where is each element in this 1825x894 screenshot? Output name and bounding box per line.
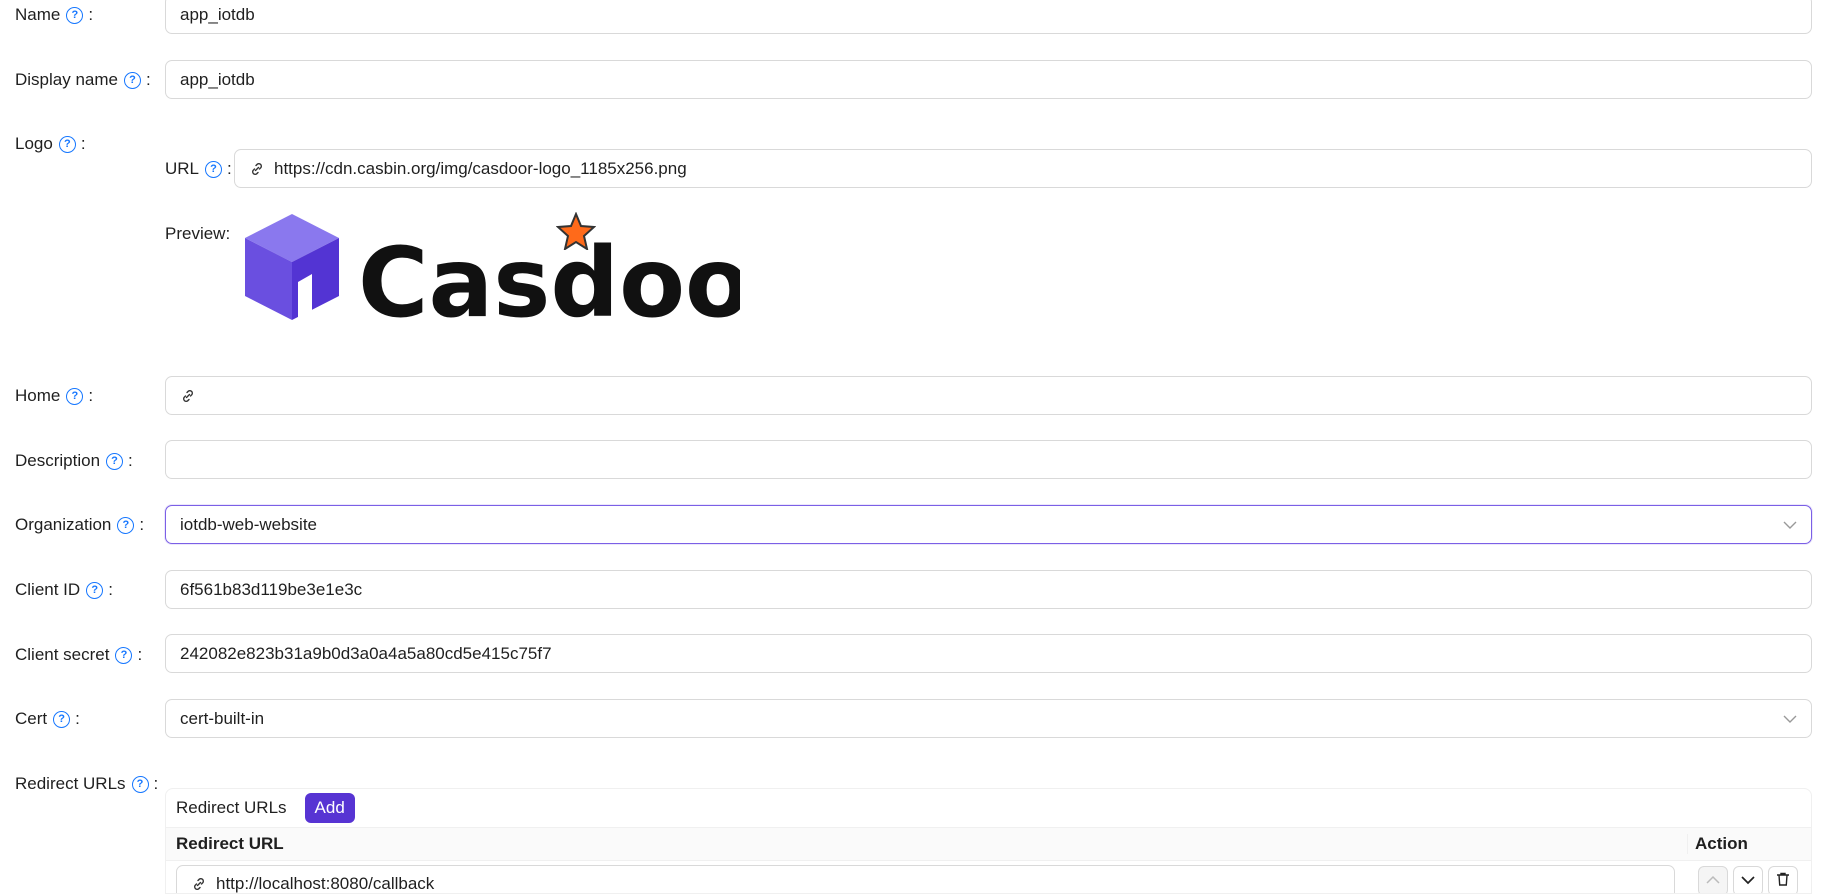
help-icon[interactable]: ? [205, 160, 223, 178]
column-header-action: Action [1695, 834, 1748, 853]
description-input[interactable] [165, 440, 1812, 479]
redirect-urls-table-title-text: Redirect URLs [176, 798, 287, 817]
help-icon[interactable]: ? [131, 775, 149, 793]
delete-button[interactable] [1768, 866, 1798, 893]
move-up-button[interactable] [1698, 866, 1728, 893]
help-icon[interactable]: ? [66, 387, 84, 405]
organization-label-group: Organization ? : [15, 515, 145, 534]
name-value: app_iotdb [180, 4, 255, 24]
cert-select[interactable]: cert-built-in [165, 699, 1812, 738]
name-input[interactable]: app_iotdb [165, 0, 1812, 34]
move-down-button[interactable] [1733, 866, 1763, 893]
name-label: Name [15, 5, 61, 24]
logo-url-label: URL [165, 159, 200, 178]
link-icon [191, 876, 207, 892]
table-header: Redirect URL Action [166, 827, 1811, 861]
cert-label: Cert [15, 709, 48, 728]
link-icon [249, 161, 265, 177]
client-id-label-group: Client ID ? : [15, 580, 113, 599]
organization-select[interactable]: iotdb-web-website [165, 505, 1812, 544]
arrow-up-icon [1705, 871, 1721, 891]
redirect-urls-table: Redirect URLs Add Redirect URL Action ht… [165, 788, 1812, 894]
organization-value: iotdb-web-website [180, 514, 318, 534]
table-row: http://localhost:8080/callback [166, 861, 1811, 893]
arrow-down-icon [1740, 871, 1756, 891]
logo-url-value: https://cdn.casbin.org/img/casdoor-logo_… [274, 158, 687, 178]
redirect-url-value: http://localhost:8080/callback [216, 874, 435, 893]
home-label-group: Home ? : [15, 386, 94, 405]
name-label-group: Name ? : [15, 5, 94, 24]
redirect-urls-table-title: Redirect URLs Add [166, 789, 1811, 827]
help-icon[interactable]: ? [115, 646, 133, 664]
description-label-group: Description ? : [15, 451, 133, 470]
client-id-label: Client ID [15, 580, 81, 599]
logo-label-group: Logo ? : [15, 134, 86, 153]
display-name-label: Display name [15, 70, 118, 89]
cert-value: cert-built-in [180, 708, 265, 728]
help-icon[interactable]: ? [106, 452, 124, 470]
help-icon[interactable]: ? [117, 516, 135, 534]
help-icon[interactable]: ? [86, 581, 104, 599]
delete-icon [1775, 871, 1791, 892]
logo-url-label-group: URL ? : [165, 159, 232, 178]
redirect-urls-label-group: Redirect URLs ? : [15, 774, 159, 793]
organization-label: Organization [15, 515, 112, 534]
redirect-urls-label: Redirect URLs [15, 774, 126, 793]
column-header-redirect-url: Redirect URL [176, 834, 284, 853]
description-label: Description [15, 451, 101, 470]
logo-text: Casdoor [358, 227, 740, 330]
client-id-value: 6f561b83d119be3e1e3c [180, 579, 363, 599]
add-redirect-url-button[interactable]: Add [304, 793, 355, 823]
logo-url-input[interactable]: https://cdn.casbin.org/img/casdoor-logo_… [234, 149, 1812, 188]
client-secret-label: Client secret [15, 645, 110, 664]
help-icon[interactable]: ? [66, 6, 84, 24]
home-label: Home [15, 386, 61, 405]
home-input[interactable] [165, 376, 1812, 415]
display-name-input[interactable]: app_iotdb [165, 60, 1812, 99]
cert-label-group: Cert ? : [15, 709, 80, 728]
star-icon [555, 211, 597, 255]
client-secret-value: 242082e823b31a9b0d3a0a4a5a80cd5e415c75f7 [180, 643, 552, 663]
chevron-down-icon [1783, 515, 1797, 535]
link-icon [180, 388, 196, 404]
help-icon[interactable]: ? [124, 71, 141, 89]
logo-preview-image: Casdoor [240, 210, 799, 339]
client-id-input[interactable]: 6f561b83d119be3e1e3c [165, 570, 1812, 609]
logo-label: Logo [15, 134, 53, 153]
chevron-down-icon [1783, 709, 1797, 729]
redirect-url-input[interactable]: http://localhost:8080/callback [176, 865, 1675, 893]
help-icon[interactable]: ? [58, 135, 76, 153]
display-name-label-group: Display name ? : [15, 70, 151, 89]
display-name-value: app_iotdb [180, 69, 255, 89]
client-secret-input[interactable]: 242082e823b31a9b0d3a0a4a5a80cd5e415c75f7 [165, 634, 1812, 673]
client-secret-label-group: Client secret ? : [15, 645, 143, 664]
preview-label: Preview: [165, 224, 231, 243]
help-icon[interactable]: ? [53, 710, 71, 728]
